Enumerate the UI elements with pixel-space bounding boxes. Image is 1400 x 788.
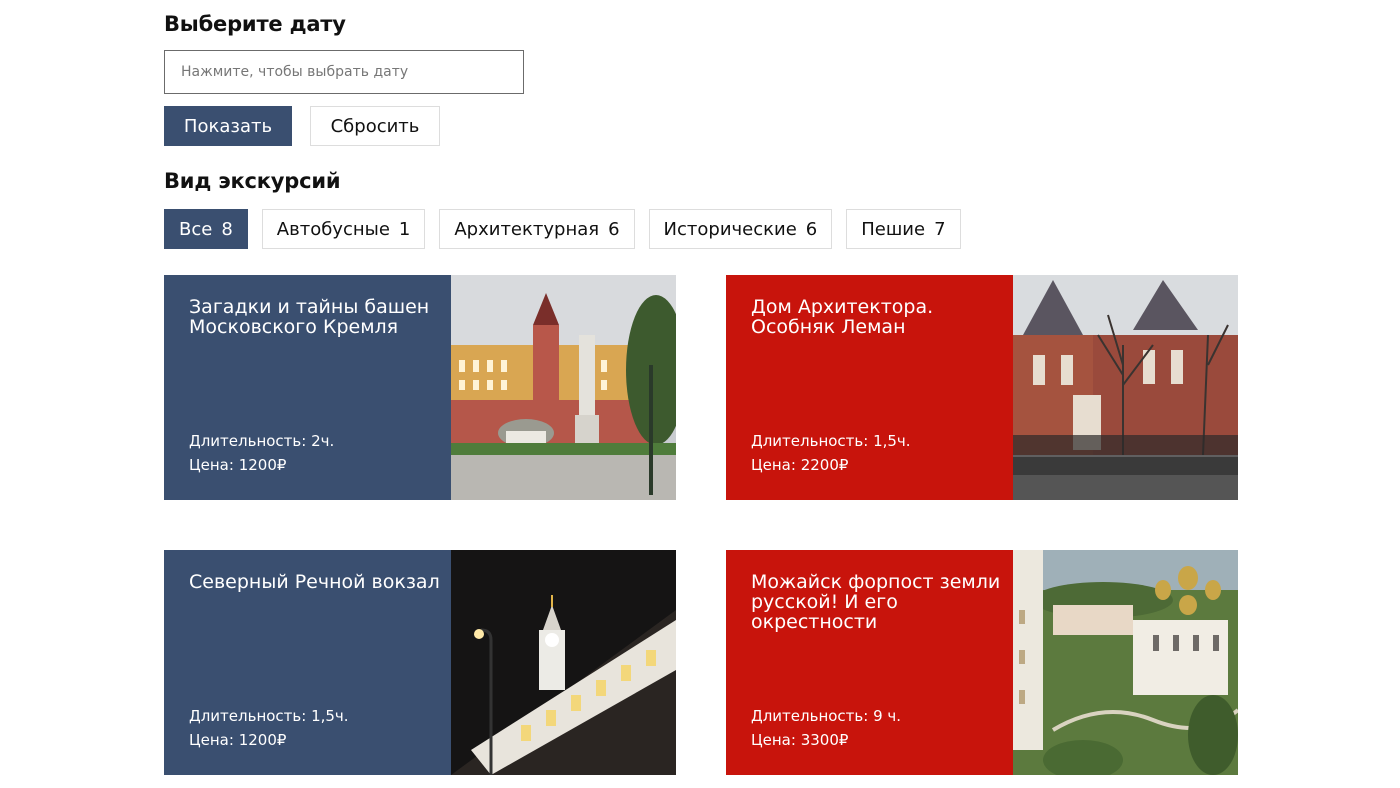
tour-photo-kremlin [451,275,676,500]
filter-count: 6 [608,218,620,240]
filter-label: Автобусные [276,218,390,240]
filter-bus[interactable]: Автобусные 1 [261,209,426,249]
filter-label: Пешие [861,218,926,240]
filter-count: 7 [934,218,946,240]
tour-type-title: Вид экскурсий [164,169,341,193]
tour-photo-river-station [451,550,676,775]
tour-card-info: Загадки и тайны башен Московского Кремля… [164,275,451,500]
tour-title: Можайск форпост земли русской! И его окр… [751,571,1001,633]
river-station-image [451,550,676,775]
tour-meta: Длительность: 9 ч. Цена: 3300₽ [751,704,901,752]
filter-label: Архитектурная [454,218,600,240]
tour-duration: Длительность: 1,5ч. [751,432,911,450]
filter-all[interactable]: Все 8 [164,209,248,249]
tour-photo-leman-mansion [1013,275,1238,500]
tour-meta: Длительность: 2ч. Цена: 1200₽ [189,429,334,477]
tour-price: Цена: 1200₽ [189,456,287,474]
tour-card[interactable]: Можайск форпост земли русской! И его окр… [726,550,1238,775]
filter-architecture[interactable]: Архитектурная 6 [439,209,635,249]
filter-count: 6 [805,218,818,240]
tour-price: Цена: 2200₽ [751,456,849,474]
mansion-image [1013,275,1238,500]
tour-price: Цена: 3300₽ [751,731,849,749]
tour-meta: Длительность: 1,5ч. Цена: 1200₽ [189,704,349,752]
tour-card[interactable]: Загадки и тайны башен Московского Кремля… [164,275,676,500]
kremlin-image [451,275,676,500]
filter-label: Исторические [663,218,797,240]
tour-card-info: Дом Архитектора. Особняк Леман Длительно… [726,275,1013,500]
filter-label: Все [179,218,213,240]
tour-duration: Длительность: 1,5ч. [189,707,349,725]
tour-title: Дом Архитектора. Особняк Леман [751,296,934,338]
tour-type-filters: Все 8 Автобусные 1 Архитектурная 6 Истор… [164,209,961,249]
filter-historical[interactable]: Исторические 6 [648,209,833,249]
tour-duration: Длительность: 9 ч. [751,707,902,725]
date-picker-input[interactable] [164,50,524,94]
filter-count: 1 [398,218,411,240]
tour-card-info: Северный Речной вокзал Длительность: 1,5… [164,550,451,775]
filter-walking[interactable]: Пешие 7 [846,209,961,249]
tour-card[interactable]: Дом Архитектора. Особняк Леман Длительно… [726,275,1238,500]
date-section-title: Выберите дату [164,12,346,36]
tour-card[interactable]: Северный Речной вокзал Длительность: 1,5… [164,550,676,775]
tour-photo-mozhaysk [1013,550,1238,775]
tour-title: Загадки и тайны башен Московского Кремля [189,296,430,338]
reset-button[interactable]: Сбросить [310,106,440,146]
mozhaysk-image [1013,550,1238,775]
tour-title: Северный Речной вокзал [189,571,440,593]
tour-meta: Длительность: 1,5ч. Цена: 2200₽ [751,429,911,477]
tour-price: Цена: 1200₽ [189,731,287,749]
tour-card-info: Можайск форпост земли русской! И его окр… [726,550,1013,775]
filter-count: 8 [221,218,233,240]
tour-duration: Длительность: 2ч. [189,432,335,450]
show-button[interactable]: Показать [164,106,292,146]
